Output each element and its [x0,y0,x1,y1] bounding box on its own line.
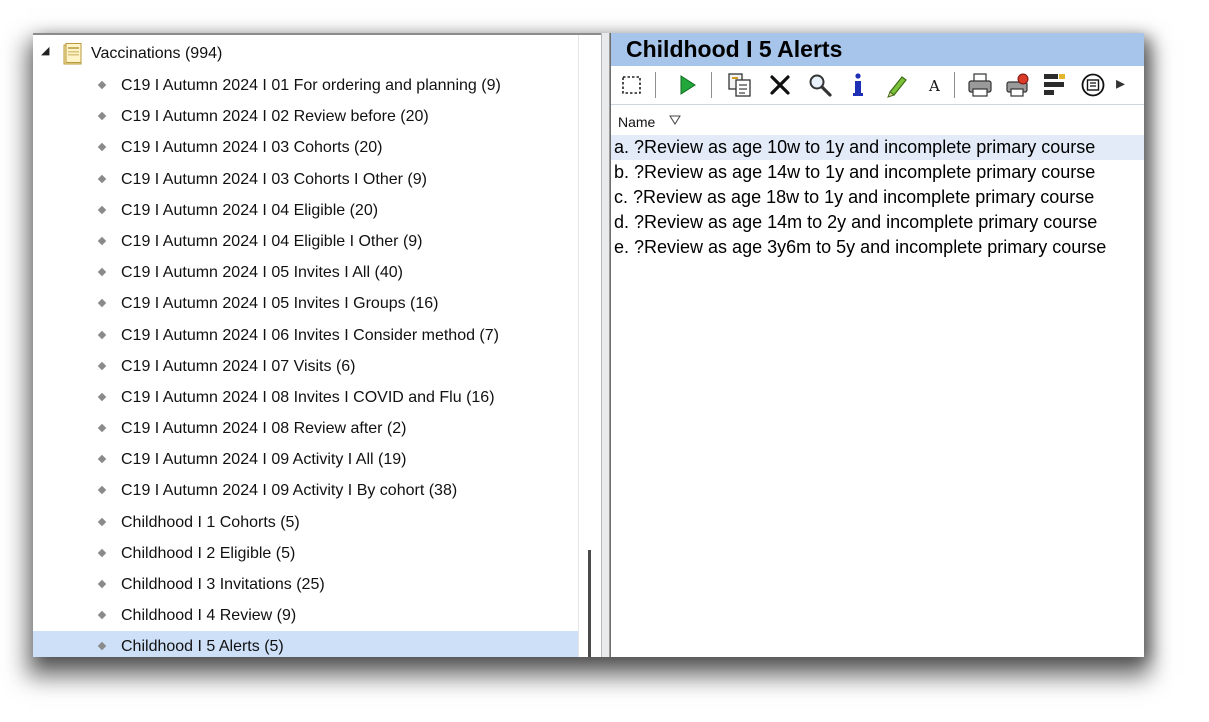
tree-item-label: C19 I Autumn 2024 I 03 Cohorts (20) [121,139,383,157]
tree-item[interactable]: C19 I Autumn 2024 I 09 Activity I By coh… [33,475,578,506]
font-icon[interactable]: A [921,71,949,99]
sort-descending-icon [669,115,681,125]
edit-icon[interactable] [883,71,911,99]
select-icon[interactable] [618,71,646,99]
pane-splitter[interactable] [601,33,610,657]
search-icon[interactable] [806,71,834,99]
tree-item-label: C19 I Autumn 2024 I 02 Review before (20… [121,108,429,126]
tree-item[interactable]: C19 I Autumn 2024 I 03 Cohorts I Other (… [33,164,578,195]
panel-title-bar: Childhood I 5 Alerts [611,33,1144,66]
tree-scrollbar[interactable] [578,35,602,657]
tree-bullet-icon [97,174,107,183]
tree-item[interactable]: C19 I Autumn 2024 I 08 Review after (2) [33,413,578,444]
tree-item-label: C19 I Autumn 2024 I 08 Invites I COVID a… [121,388,495,406]
column-header-label: Name [618,114,656,130]
tree-bullet-icon [97,299,107,308]
tree-item[interactable]: C19 I Autumn 2024 I 09 Activity I All (1… [33,444,578,475]
tree-item-label: C19 I Autumn 2024 I 05 Invites I All (40… [121,264,403,282]
tree-item[interactable]: Childhood I 2 Eligible (5) [33,538,578,569]
tree-item-label: C19 I Autumn 2024 I 07 Visits (6) [121,357,356,375]
tree-item-label: Childhood I 4 Review (9) [121,607,297,625]
tree-item-label: C19 I Autumn 2024 I 09 Activity I By coh… [121,482,458,500]
tree-item[interactable]: C19 I Autumn 2024 I 05 Invites I All (40… [33,257,578,288]
tree-item-label: C19 I Autumn 2024 I 06 Invites I Conside… [121,326,499,344]
tree-bullet-icon [97,423,107,433]
detail-pane: Childhood I 5 Alerts A ▸ Name a. ?Review… [610,33,1144,657]
toolbar-separator [954,72,955,98]
tree-item-label: Childhood I 1 Cohorts (5) [121,513,300,531]
tree-bullet-icon [97,330,107,339]
delete-icon[interactable] [766,71,794,99]
tree-item[interactable]: C19 I Autumn 2024 I 02 Review before (20… [33,101,578,132]
tree-item[interactable]: Childhood I 3 Invitations (25) [33,569,578,600]
toolbar-separator [655,72,656,98]
tree-item[interactable]: C19 I Autumn 2024 I 04 Eligible I Other … [33,226,578,257]
tree-item-label: Childhood I 2 Eligible (5) [121,544,296,562]
print-icon[interactable] [966,71,994,99]
tree-item[interactable]: C19 I Autumn 2024 I 05 Invites I Groups … [33,288,578,319]
tree-list: C19 I Autumn 2024 I 01 For ordering and … [33,70,578,657]
tree-bullet-icon [97,80,107,90]
tree-root-label: Vaccinations (994) [91,45,223,62]
column-header-name[interactable]: Name [611,109,1144,133]
tree-bullet-icon [97,205,107,214]
tree-item-label: C19 I Autumn 2024 I 04 Eligible (20) [121,201,379,219]
tree-bullet-icon [97,392,107,402]
tree-item[interactable]: Childhood I 4 Review (9) [33,600,578,631]
tree-item[interactable]: Childhood I 5 Alerts (5) [33,631,578,657]
tree-item-label: Childhood I 5 Alerts (5) [121,638,284,656]
tree-item-label: C19 I Autumn 2024 I 08 Review after (2) [121,420,407,438]
tree-bullet-icon [97,610,107,620]
tree-bullet-icon [97,236,107,246]
tree-item[interactable]: C19 I Autumn 2024 I 04 Eligible (20) [33,195,578,226]
toolbar-separator [711,72,712,98]
list-item[interactable]: d. ?Review as age 14m to 2y and incomple… [611,210,1144,235]
tree-bullet-icon [97,111,107,121]
toolbar: A ▸ [611,66,1144,105]
tree-item-label: C19 I Autumn 2024 I 05 Invites I Groups … [121,295,439,313]
tree-bullet-icon [97,486,107,495]
print-preview-icon[interactable] [1004,71,1032,99]
tree-item-label: Childhood I 3 Invitations (25) [121,576,325,593]
tree-item-label: C19 I Autumn 2024 I 01 For ordering and … [121,77,501,94]
svg-text:A: A [928,77,940,95]
tree-item-label: C19 I Autumn 2024 I 09 Activity I All (1… [121,451,407,469]
copy-icon[interactable] [726,71,754,99]
export-icon[interactable] [1079,71,1107,99]
list-item[interactable]: e. ?Review as age 3y6m to 5y and incompl… [611,235,1144,260]
list-item[interactable]: b. ?Review as age 14w to 1y and incomple… [611,160,1144,185]
tree-bullet-icon [97,517,107,526]
toolbar-overflow-icon[interactable]: ▸ [1116,73,1125,94]
info-icon[interactable] [844,71,872,99]
tree-item[interactable]: C19 I Autumn 2024 I 06 Invites I Conside… [33,320,578,351]
panel-title: Childhood I 5 Alerts [626,36,843,62]
list-item[interactable]: c. ?Review as age 18w to 1y and incomple… [611,185,1144,210]
run-icon[interactable] [673,71,701,99]
tree-item[interactable]: C19 I Autumn 2024 I 08 Invites I COVID a… [33,382,578,413]
tree-bullet-icon [97,548,107,558]
tree-bullet-icon [97,642,107,651]
tree-item[interactable]: C19 I Autumn 2024 I 07 Visits (6) [33,351,578,382]
tree-root-vaccinations[interactable]: ◢ Vaccinations (994) [33,39,593,69]
alerts-list: a. ?Review as age 10w to 1y and incomple… [611,135,1144,260]
tree-item[interactable]: C19 I Autumn 2024 I 01 For ordering and … [33,70,578,101]
list-item[interactable]: a. ?Review as age 10w to 1y and incomple… [611,135,1144,160]
tree-pane: ◢ Vaccinations (994) C19 I Autumn 2024 I… [33,33,602,657]
tree-bullet-icon [97,361,107,370]
folder-icon [63,43,82,65]
scrollbar-thumb[interactable] [588,550,591,657]
tree-item-label: C19 I Autumn 2024 I 03 Cohorts I Other (… [121,170,427,188]
tree-item-label: C19 I Autumn 2024 I 04 Eligible I Other … [121,232,423,250]
expand-collapse-icon[interactable]: ◢ [41,44,49,57]
tree-item[interactable]: Childhood I 1 Cohorts (5) [33,507,578,538]
tree-bullet-icon [97,455,107,464]
tree-bullet-icon [97,267,107,277]
tree-bullet-icon [97,143,107,152]
report-icon[interactable] [1041,71,1069,99]
app-window: ◢ Vaccinations (994) C19 I Autumn 2024 I… [33,33,1144,657]
tree-bullet-icon [97,579,107,589]
tree-item[interactable]: C19 I Autumn 2024 I 03 Cohorts (20) [33,132,578,163]
